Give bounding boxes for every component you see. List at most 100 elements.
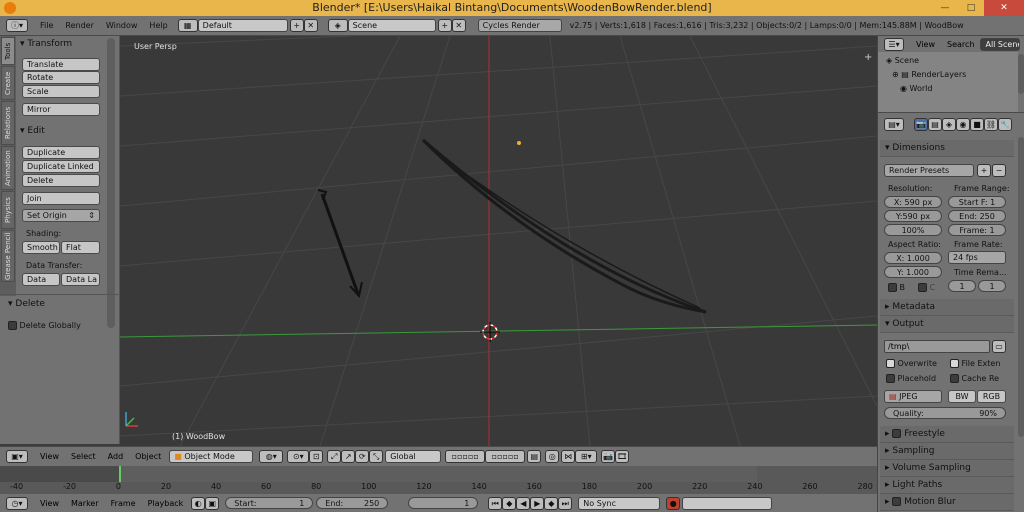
duplicate-linked-button[interactable]: Duplicate Linked — [22, 160, 100, 173]
file-extensions-option[interactable]: File Exten — [950, 359, 1000, 368]
3d-viewport[interactable]: User Persp (1) WoodBow + — [120, 36, 877, 446]
pivot-icon[interactable]: ⊙▾ — [287, 450, 310, 463]
proportional-edit-icon[interactable]: ◎ — [545, 450, 560, 463]
menu-timeline-view[interactable]: View — [34, 499, 65, 508]
data-layout-button[interactable]: Data La — [61, 273, 100, 286]
opengl-render-icon[interactable]: 📷 — [601, 450, 616, 463]
motion-blur-panel-header[interactable]: ▸ Motion Blur — [880, 494, 1014, 511]
add-screen-icon[interactable]: + — [289, 19, 304, 32]
tab-tools[interactable]: Tools — [1, 37, 15, 65]
delete-button[interactable]: Delete — [22, 174, 100, 187]
arrow-object[interactable] — [317, 189, 363, 299]
jump-end-icon[interactable]: ⏭ — [558, 496, 573, 510]
resolution-percent-field[interactable]: 100% — [884, 224, 942, 236]
sync-mode-select[interactable]: No Sync — [578, 496, 661, 510]
folder-icon[interactable]: ▭ — [992, 340, 1006, 353]
viewport-canvas[interactable] — [120, 36, 877, 446]
border-checkbox[interactable] — [888, 283, 897, 292]
quality-slider[interactable]: Quality: 90% — [884, 407, 1006, 419]
bw-button[interactable]: BW — [948, 390, 976, 403]
end-frame-field[interactable]: End: 250 — [316, 497, 389, 509]
set-origin-dropdown[interactable]: Set Origin ⇕ — [22, 209, 100, 222]
file-extensions-checkbox[interactable] — [950, 359, 959, 368]
start-frame-field[interactable]: Start: 1 — [225, 497, 314, 509]
add-preset-icon[interactable]: + — [977, 164, 991, 177]
shading-mode-icon[interactable]: ◍▾ — [259, 450, 284, 463]
menu-frame[interactable]: Frame — [105, 499, 142, 508]
play-icon[interactable]: ▶ — [530, 496, 545, 510]
outliner-menu-view[interactable]: View — [910, 40, 941, 49]
bow-object[interactable] — [421, 138, 707, 314]
minimize-button[interactable]: — — [932, 0, 958, 16]
editor-type-properties-icon[interactable]: ▤▾ — [884, 117, 904, 131]
motion-blur-checkbox[interactable] — [892, 497, 902, 506]
tree-item-world[interactable]: ◉ World — [900, 84, 932, 93]
delete-panel-header[interactable]: ▾ Delete — [8, 299, 45, 309]
transform-panel-header[interactable]: ▾ Transform — [20, 39, 72, 49]
freestyle-checkbox[interactable] — [892, 429, 902, 438]
edit-panel-header[interactable]: ▾ Edit — [20, 126, 45, 136]
constraints-tab-icon[interactable]: ⛓ — [984, 117, 998, 131]
mirror-button[interactable]: Mirror — [22, 103, 100, 116]
render-tab-icon[interactable]: 📷 — [914, 117, 928, 131]
tool-shelf-scrollbar[interactable] — [107, 38, 115, 328]
tab-animation[interactable]: Animation — [1, 146, 15, 190]
keying-set-field[interactable] — [682, 496, 773, 510]
current-frame-marker[interactable] — [119, 466, 121, 482]
crop-checkbox[interactable] — [918, 283, 927, 292]
expand-icon[interactable]: + — [864, 52, 872, 63]
editor-type-outliner-icon[interactable]: ☰▾ — [884, 37, 904, 51]
dimensions-panel-header[interactable]: ▾ Dimensions — [880, 140, 1014, 157]
remove-scene-icon[interactable]: ✕ — [451, 19, 466, 32]
resolution-x-field[interactable]: X: 590 px — [884, 196, 942, 208]
preview-range-icon[interactable]: ◐ — [191, 496, 206, 510]
menu-marker[interactable]: Marker — [65, 499, 105, 508]
play-reverse-icon[interactable]: ◀ — [516, 496, 531, 510]
close-button[interactable]: ✕ — [984, 0, 1024, 16]
render-layers-tab-icon[interactable]: ▤ — [928, 117, 942, 131]
duplicate-button[interactable]: Duplicate — [22, 146, 100, 159]
tab-grease-pencil[interactable]: Grease Pencil — [1, 230, 15, 282]
output-panel-header[interactable]: ▾ Output — [880, 316, 1014, 333]
mode-select[interactable]: ■ Object Mode — [169, 450, 254, 463]
3d-cursor[interactable] — [480, 322, 500, 342]
snap-toggle-icon[interactable]: ⋈ — [561, 450, 576, 463]
record-icon[interactable]: ● — [666, 496, 681, 510]
editor-type-timeline-icon[interactable]: ◷▾ — [6, 496, 28, 510]
menu-window[interactable]: Window — [100, 21, 144, 30]
add-scene-icon[interactable]: + — [437, 19, 452, 32]
jump-start-icon[interactable]: ⏮ — [488, 496, 503, 510]
tab-create[interactable]: Create — [1, 66, 15, 100]
smooth-button[interactable]: Smooth — [22, 241, 60, 254]
border-option[interactable]: B — [888, 283, 905, 292]
editor-type-3d-icon[interactable]: ▣▾ — [6, 450, 28, 463]
translate-button[interactable]: Translate — [22, 58, 100, 71]
tab-physics[interactable]: Physics — [1, 191, 15, 229]
manipulator-rotate-icon[interactable]: ⟳ — [355, 450, 370, 463]
modifiers-tab-icon[interactable]: 🔧 — [998, 117, 1012, 131]
data-transfer-button[interactable]: Data — [22, 273, 60, 286]
output-path-input[interactable]: /tmp\ — [884, 340, 990, 353]
outliner-menu-search[interactable]: Search — [941, 40, 980, 49]
cache-result-option[interactable]: Cache Re — [950, 374, 999, 383]
render-presets-select[interactable]: Render Presets — [884, 164, 974, 177]
menu-object[interactable]: Object — [129, 452, 167, 461]
world-tab-icon[interactable]: ◉ — [956, 117, 970, 131]
flat-button[interactable]: Flat — [61, 241, 100, 254]
screen-layout-field[interactable]: Default — [197, 19, 288, 32]
object-tab-icon[interactable]: ■ — [970, 117, 984, 131]
tree-item-render-layers[interactable]: ⊕ ▤ RenderLayers — [892, 70, 966, 79]
snap-element-icon[interactable]: ⊞▾ — [575, 450, 598, 463]
delete-globally-option[interactable]: Delete Globally — [8, 321, 81, 330]
rotate-button[interactable]: Rotate — [22, 71, 100, 84]
screen-layout-icon[interactable]: ▦ — [177, 19, 198, 32]
menu-select[interactable]: Select — [65, 452, 102, 461]
opengl-anim-icon[interactable]: 🎞 — [615, 450, 630, 463]
overwrite-checkbox[interactable] — [886, 359, 895, 368]
overwrite-option[interactable]: Overwrite — [886, 359, 937, 368]
scale-button[interactable]: Scale — [22, 85, 100, 98]
file-format-select[interactable]: ▤ JPEG — [884, 390, 942, 403]
editor-type-info-icon[interactable]: ⓘ▾ — [6, 19, 28, 32]
manipulator-scale-icon[interactable]: ⤡ — [369, 450, 384, 463]
lamp-icon[interactable] — [517, 141, 521, 145]
